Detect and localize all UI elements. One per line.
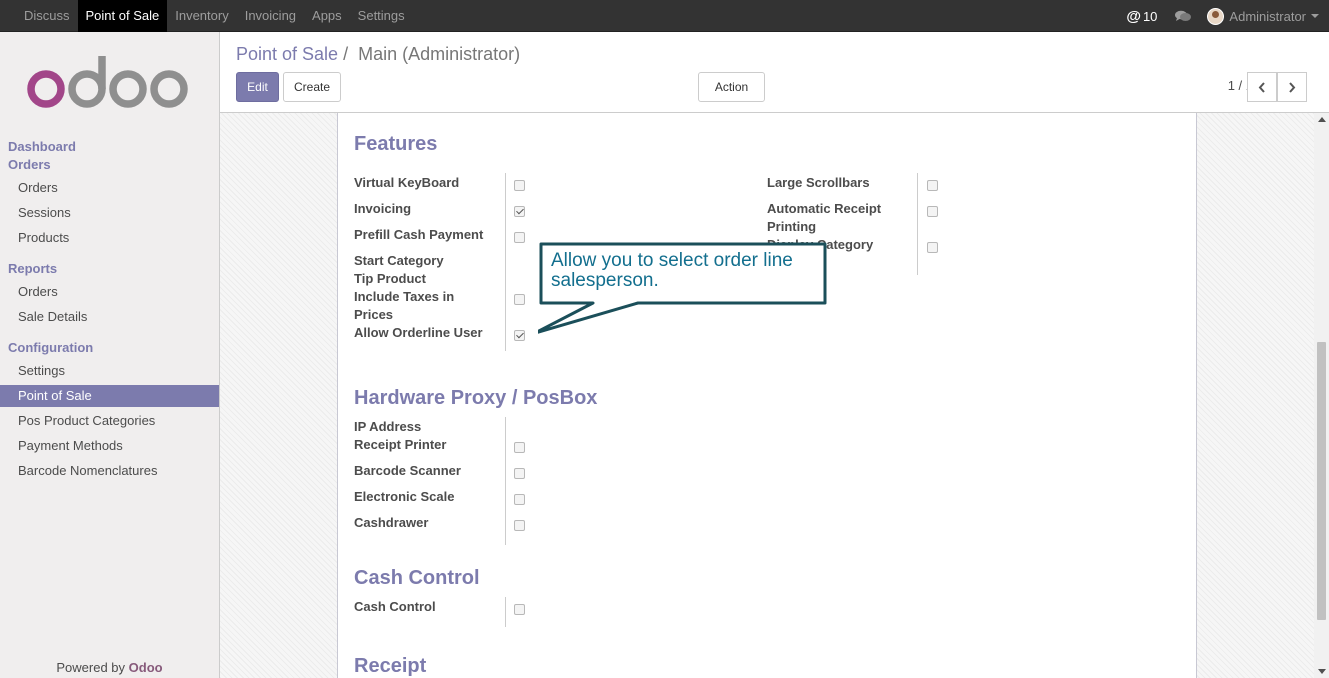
sidebar-item-sessions[interactable]: Sessions bbox=[0, 202, 219, 224]
menu-settings[interactable]: Settings bbox=[350, 0, 413, 32]
sidebar-item-barcode-nomenclatures[interactable]: Barcode Nomenclatures bbox=[0, 460, 219, 482]
checkbox-cashdrawer[interactable] bbox=[514, 520, 525, 531]
label-prefill-cash-payment: Prefill Cash Payment bbox=[354, 227, 484, 242]
sidebar-item-sale-details[interactable]: Sale Details bbox=[0, 306, 219, 328]
scrollbar[interactable] bbox=[1314, 113, 1329, 678]
checkbox-invoicing[interactable] bbox=[514, 206, 525, 217]
label-ip-address: IP Address bbox=[354, 419, 422, 434]
nav-dashboard[interactable]: Dashboard bbox=[8, 139, 76, 154]
create-button[interactable]: Create bbox=[283, 72, 341, 102]
label-start-category: Start Category bbox=[354, 253, 444, 268]
top-navbar: Discuss Point of Sale Inventory Invoicin… bbox=[0, 0, 1329, 32]
nav-heading-orders: Orders bbox=[8, 157, 51, 172]
checkbox-large-scrollbars[interactable] bbox=[927, 180, 938, 191]
pager-next-button[interactable] bbox=[1277, 72, 1307, 102]
sidebar-item-pos-product-categories[interactable]: Pos Product Categories bbox=[0, 410, 219, 432]
chat-icon[interactable] bbox=[1175, 10, 1192, 22]
checkbox-electronic-scale[interactable] bbox=[514, 494, 525, 505]
chevron-down-icon bbox=[1311, 14, 1319, 18]
checkbox-cash-control[interactable] bbox=[514, 604, 525, 615]
powered-by-link[interactable]: Odoo bbox=[129, 660, 163, 675]
powered-by: Powered by Odoo bbox=[0, 660, 219, 675]
checkbox-include-taxes-in-prices[interactable] bbox=[514, 294, 525, 305]
sidebar-item-point-of-sale[interactable]: Point of Sale bbox=[0, 385, 219, 407]
checkbox-automatic-receipt-printing[interactable] bbox=[927, 206, 938, 217]
label-large-scrollbars: Large Scrollbars bbox=[767, 175, 870, 190]
edit-button[interactable]: Edit bbox=[236, 72, 279, 102]
powered-by-text: Powered by bbox=[56, 660, 126, 675]
separator bbox=[505, 417, 506, 545]
breadcrumb: Point of Sale / Main (Administrator) bbox=[236, 44, 520, 65]
breadcrumb-current: Main (Administrator) bbox=[358, 44, 521, 64]
separator bbox=[917, 173, 918, 275]
breadcrumb-parent[interactable]: Point of Sale bbox=[236, 44, 338, 64]
sidebar: Dashboard Orders Orders Sessions Product… bbox=[0, 32, 220, 678]
label-tip-product: Tip Product bbox=[354, 271, 426, 286]
scroll-up-icon[interactable] bbox=[1318, 117, 1326, 122]
at-icon: @ bbox=[1126, 7, 1141, 25]
label-automatic-receipt-printing: Automatic Receipt Printing bbox=[767, 201, 882, 234]
callout-text: Allow you to select order line salespers… bbox=[551, 250, 793, 291]
checkbox-receipt-printer[interactable] bbox=[514, 442, 525, 453]
section-title-features: Features bbox=[354, 133, 438, 155]
mentions-count: 10 bbox=[1142, 8, 1158, 24]
label-cashdrawer: Cashdrawer bbox=[354, 515, 429, 530]
label-electronic-scale: Electronic Scale bbox=[354, 489, 455, 504]
menu-point-of-sale[interactable]: Point of Sale bbox=[77, 0, 168, 32]
menu-invoicing[interactable]: Invoicing bbox=[237, 0, 304, 32]
label-invoicing: Invoicing bbox=[354, 201, 412, 216]
chevron-right-icon bbox=[1289, 82, 1296, 93]
checkbox-barcode-scanner[interactable] bbox=[514, 468, 525, 479]
form-view: Features Virtual KeyBoard Invoicing Pref… bbox=[220, 113, 1329, 678]
label-barcode-scanner: Barcode Scanner bbox=[354, 463, 461, 478]
nav-heading-configuration: Configuration bbox=[8, 340, 94, 355]
scroll-thumb[interactable] bbox=[1317, 342, 1326, 620]
menu-inventory[interactable]: Inventory bbox=[167, 0, 236, 32]
menu-apps[interactable]: Apps bbox=[304, 0, 350, 32]
separator bbox=[505, 173, 506, 351]
scroll-down-icon[interactable] bbox=[1318, 669, 1326, 674]
sidebar-item-orders[interactable]: Orders bbox=[0, 177, 219, 199]
action-label: Action bbox=[714, 80, 749, 94]
odoo-logo[interactable] bbox=[24, 54, 194, 114]
main-menu: Discuss Point of Sale Inventory Invoicin… bbox=[16, 0, 413, 32]
form-sheet: Features Virtual KeyBoard Invoicing Pref… bbox=[337, 113, 1197, 678]
nav-heading-reports: Reports bbox=[8, 261, 58, 276]
action-dropdown[interactable]: Action bbox=[698, 72, 765, 118]
label-virtual-keyboard: Virtual KeyBoard bbox=[354, 175, 460, 190]
sidebar-item-report-orders[interactable]: Orders bbox=[0, 281, 219, 303]
label-include-taxes-in-prices: Include Taxes in Prices bbox=[354, 289, 455, 322]
control-panel: Point of Sale / Main (Administrator) Edi… bbox=[220, 32, 1329, 118]
section-title-cash-control: Cash Control bbox=[354, 567, 480, 589]
checkbox-allow-orderline-user[interactable] bbox=[514, 330, 525, 341]
section-title-receipt: Receipt bbox=[354, 655, 427, 677]
sidebar-item-products[interactable]: Products bbox=[0, 227, 219, 249]
label-allow-orderline-user: Allow Orderline User bbox=[354, 325, 483, 340]
systray: @ 10 Administrator bbox=[1126, 0, 1319, 32]
section-title-hardware: Hardware Proxy / PosBox bbox=[354, 387, 598, 409]
label-cash-control: Cash Control bbox=[354, 599, 436, 614]
mentions-counter[interactable]: @ 10 bbox=[1126, 8, 1157, 25]
checkbox-virtual-keyboard[interactable] bbox=[514, 180, 525, 191]
menu-discuss[interactable]: Discuss bbox=[16, 0, 78, 32]
checkbox-prefill-cash-payment[interactable] bbox=[514, 232, 525, 243]
checkbox-display-category[interactable] bbox=[927, 242, 938, 253]
separator bbox=[505, 597, 506, 627]
user-name: Administrator bbox=[1229, 8, 1306, 24]
avatar bbox=[1207, 7, 1225, 25]
user-menu[interactable]: Administrator bbox=[1207, 7, 1319, 25]
breadcrumb-separator: / bbox=[343, 44, 349, 64]
chevron-left-icon bbox=[1258, 82, 1265, 93]
sidebar-item-payment-methods[interactable]: Payment Methods bbox=[0, 435, 219, 457]
label-receipt-printer: Receipt Printer bbox=[354, 437, 447, 452]
sidebar-item-settings[interactable]: Settings bbox=[0, 360, 219, 382]
pager-previous-button[interactable] bbox=[1247, 72, 1277, 102]
